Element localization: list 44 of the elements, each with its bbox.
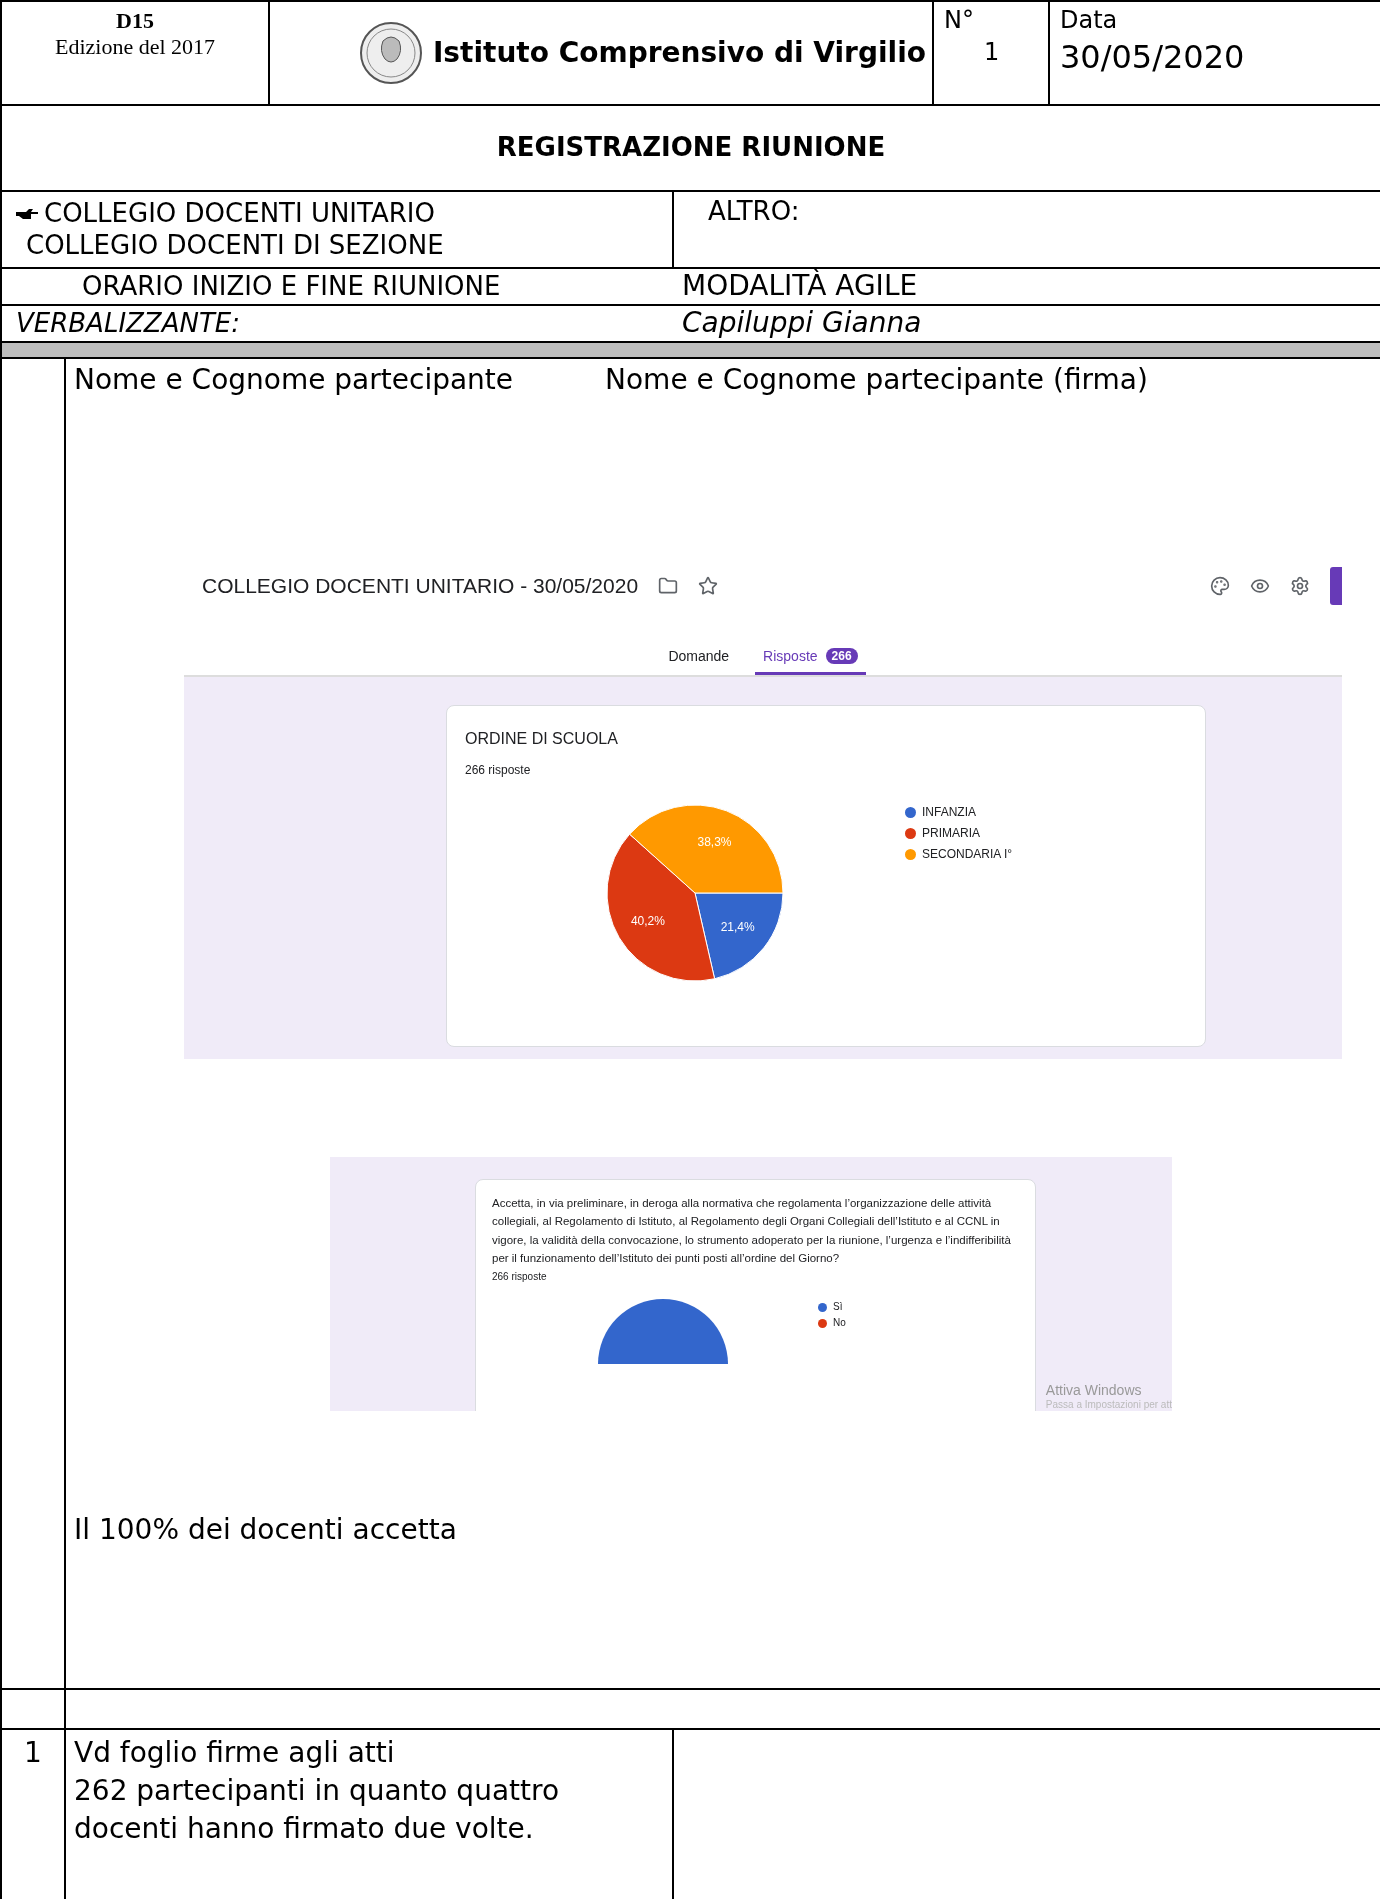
schedule-label: ORARIO INIZIO E FINE RIUNIONE	[82, 272, 502, 301]
institute-name: Istituto Comprensivo di Virgilio	[432, 35, 926, 72]
folder-icon[interactable]	[658, 575, 679, 596]
schedule-value: MODALITÀ AGILE	[682, 271, 919, 302]
legend-dot	[905, 849, 916, 861]
palette-icon[interactable]	[1210, 575, 1230, 596]
column-header: Nome e Cognome partecipante	[74, 362, 514, 398]
form-code: D15	[116, 8, 154, 34]
slice-label: 38,3%	[697, 834, 732, 849]
number-value: 1	[983, 37, 1001, 69]
legend-label: No	[833, 1316, 846, 1331]
star-icon[interactable]	[698, 575, 719, 596]
legend-dot	[905, 806, 916, 818]
other-label: ALTRO:	[708, 195, 801, 228]
meeting-type-option: COLLEGIO DOCENTI DI SEZIONE	[26, 229, 444, 261]
recorder-label: VERBALIZZANTE:	[16, 309, 241, 338]
question-text: Accetta, in via preliminare, in deroga alla normativa che regolamenta l’organizzazione delle attività collegiali, al Regolamento di Istituto, al Regolamento degli Organi Collegiali dell’Istituto e al CCNL in vigore, la validità della convocazione, lo strumento adoperato per la riunione, l’urgenza e l’indifferibilità per il funzionamento dell’Istituto dei punti posti all’ordine del Giorno?	[492, 1195, 1012, 1266]
legend-label: Sì	[833, 1300, 843, 1315]
legend-dot	[905, 827, 916, 839]
recorder-name: Capiluppi Gianna	[682, 308, 923, 339]
activation-notice: Attiva Windows	[1045, 1382, 1143, 1399]
number-label: N°	[944, 5, 975, 36]
legend-label: INFANZIA	[922, 803, 976, 821]
edition-text: Edizione del 2017	[54, 34, 216, 60]
row-number: 1	[24, 1735, 42, 1771]
date-value: 30/05/2020	[1060, 37, 1246, 79]
result-text: Il 100% dei docenti accetta	[73, 1511, 458, 1548]
slice-label: 40,2%	[630, 913, 665, 928]
slice-label: 21,4%	[720, 919, 755, 934]
response-count: 266 risposte	[465, 762, 532, 780]
question-title: ORDINE DI SCUOLA	[465, 728, 619, 749]
date-label: Data	[1060, 5, 1119, 36]
form-tab[interactable]: Risposte 266	[755, 647, 866, 675]
legend-label: PRIMARIA	[922, 824, 980, 842]
form-tab[interactable]: Domande	[660, 647, 738, 675]
legend-label: SECONDARIA I°	[922, 845, 1013, 863]
emblem-drawing	[358, 21, 423, 85]
settings-icon[interactable]	[1290, 575, 1310, 596]
document-title: REGISTRAZIONE RIUNIONE	[496, 131, 886, 165]
meeting-type-option: COLLEGIO DOCENTI UNITARIO	[44, 198, 435, 230]
response-count: 266 risposte	[492, 1270, 548, 1285]
form-title: COLLEGIO DOCENTI UNITARIO - 30/05/2020	[202, 573, 639, 598]
column-header: Nome e Cognome partecipante (firma)	[605, 362, 1148, 398]
row-text: Vd foglio firme agli atti 262 partecipanti in quanto quattro docenti hanno firmato due volte.	[74, 1735, 561, 1847]
